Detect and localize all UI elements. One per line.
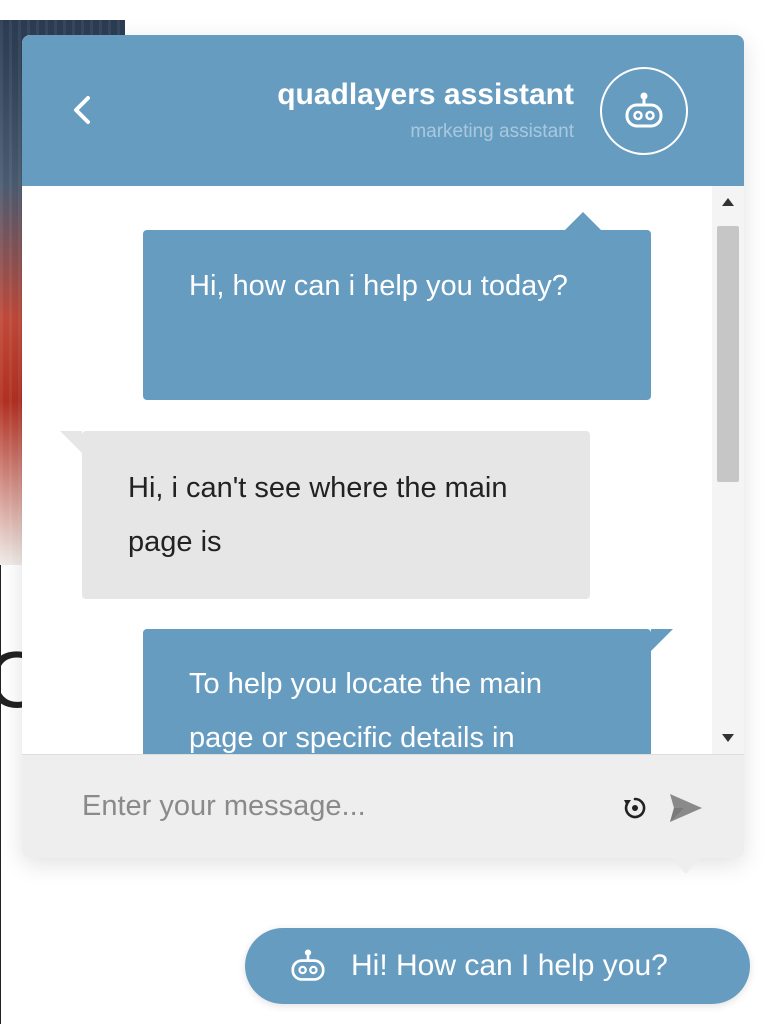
assistant-message: Hi, how can i help you today? — [143, 212, 651, 400]
assistant-avatar — [600, 67, 688, 155]
send-button[interactable] — [666, 789, 706, 827]
launcher-label: Hi! How can I help you? — [351, 949, 668, 982]
user-message: Hi, i can't see where the main page is — [60, 431, 590, 599]
assistant-name: quadlayers assistant — [277, 78, 574, 111]
robot-icon — [291, 949, 325, 981]
back-button[interactable] — [62, 90, 102, 130]
input-area — [22, 754, 744, 858]
header-text: quadlayers assistant marketing assistant — [277, 77, 574, 145]
assistant-role: marketing assistant — [410, 121, 574, 142]
scroll-down-button[interactable] — [712, 724, 744, 752]
send-icon — [670, 794, 702, 822]
scroll-up-button[interactable] — [712, 188, 744, 216]
panel-pointer — [672, 858, 700, 874]
chevron-left-icon — [74, 96, 90, 124]
scrollbar-thumb[interactable] — [717, 226, 739, 482]
assistant-message: To help you locate the main page or spec… — [143, 629, 673, 754]
message-scrollbar[interactable] — [712, 186, 744, 754]
chat-header: quadlayers assistant marketing assistant — [22, 35, 744, 186]
background-divider — [0, 565, 1, 1024]
triangle-up-icon — [722, 198, 734, 206]
chat-panel: quadlayers assistant marketing assistant… — [22, 35, 744, 874]
page: C quadlayers assistant marketing assista… — [0, 0, 770, 1024]
robot-icon — [625, 92, 663, 128]
reset-icon — [624, 797, 646, 819]
message-input[interactable] — [80, 779, 604, 833]
triangle-down-icon — [722, 734, 734, 742]
message-list[interactable]: Hi, how can i help you today? Hi, i can'… — [22, 186, 744, 754]
chat-launcher-button[interactable]: Hi! How can I help you? — [245, 928, 750, 1004]
reset-button[interactable] — [620, 793, 650, 823]
launcher-icon-wrap — [287, 946, 329, 986]
